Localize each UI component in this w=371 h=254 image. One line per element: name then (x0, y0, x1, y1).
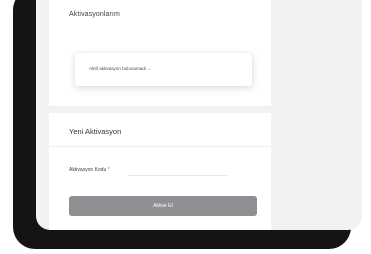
empty-state-message: Aktif aktivasyon bulunamadı ... (89, 66, 152, 71)
device-frame: Aktivasyonlarım Aktif aktivasyon bulunam… (13, 0, 362, 249)
new-activation-title: Yeni Aktivasyon (69, 127, 122, 136)
activation-code-label: Aktivasyon Kodu * (69, 167, 110, 173)
activate-button[interactable]: Aktive Et (69, 196, 257, 216)
my-activations-title: Aktivasyonlarım (69, 11, 120, 18)
required-mark: * (107, 167, 110, 173)
empty-state-box: Aktif aktivasyon bulunamadı ... (75, 53, 252, 86)
section-gap (49, 106, 271, 113)
app-screen: Aktivasyonlarım Aktif aktivasyon bulunam… (36, 0, 362, 230)
section-divider (49, 146, 271, 147)
activation-code-label-text: Aktivasyon Kodu (69, 167, 107, 173)
activation-code-input[interactable] (128, 159, 228, 176)
my-activations-card: Aktivasyonlarım Aktif aktivasyon bulunam… (49, 0, 271, 106)
new-activation-card: Yeni Aktivasyon Aktivasyon Kodu * Aktive… (49, 113, 271, 230)
content-column: Aktivasyonlarım Aktif aktivasyon bulunam… (49, 0, 271, 230)
